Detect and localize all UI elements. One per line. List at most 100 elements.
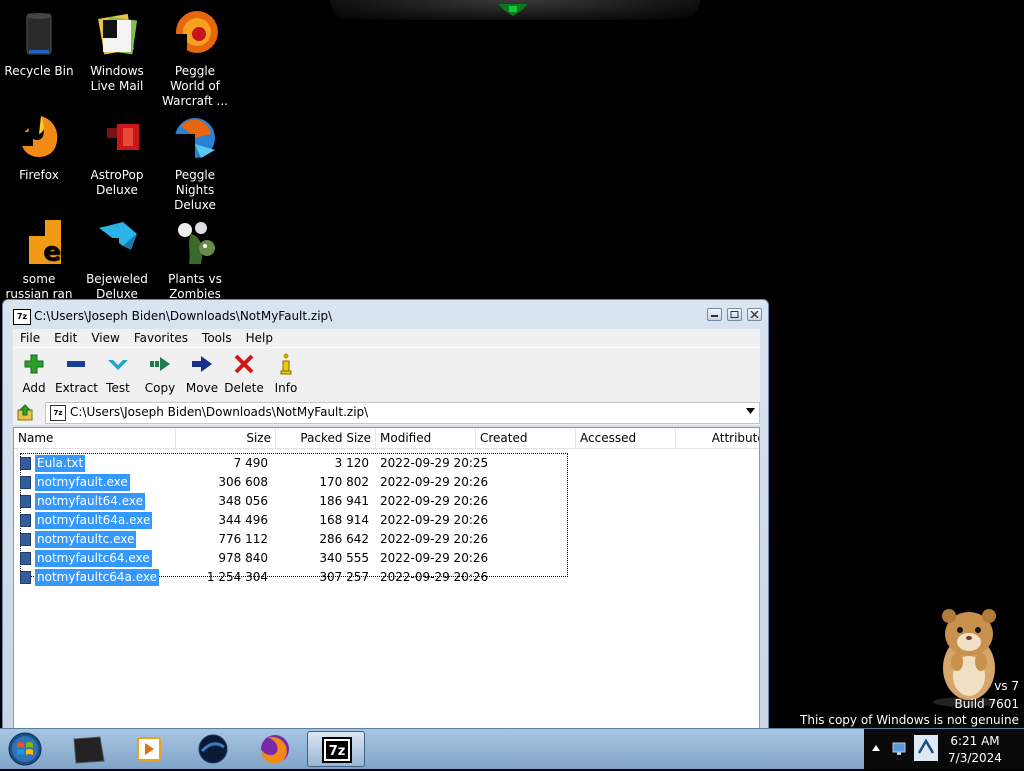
file-size: 1 254 304 [206, 570, 268, 584]
desktop-icon-label: AstroPop Deluxe [90, 168, 144, 197]
desktop-icon-peggle-wow[interactable]: Peggle World of Warcraft ... [156, 6, 234, 109]
menu-tools[interactable]: Tools [195, 329, 239, 347]
system-clock[interactable]: 6:21 AM 7/3/2024 [940, 733, 1010, 767]
minimize-button[interactable] [707, 308, 723, 321]
move-button[interactable]: Move [181, 352, 223, 395]
wallpaper-decoration [330, 0, 700, 20]
delete-label: Delete [224, 381, 264, 395]
file-icon [20, 476, 31, 489]
delete-button[interactable]: Delete [223, 352, 265, 395]
file-name: notmyfaultc.exe [35, 531, 137, 548]
taskbar-media-player-button[interactable] [120, 731, 178, 767]
extract-icon [67, 361, 85, 367]
menu-file[interactable]: File [13, 329, 47, 347]
file-packed-size: 286 642 [319, 532, 369, 546]
desktop-icon-astropop[interactable]: AstroPop Deluxe [78, 110, 156, 198]
windows-version-text: vs 7 [994, 679, 1019, 693]
windows-build-text: Build 7601 [954, 697, 1019, 711]
file-row[interactable]: Eula.txt 7 490 3 120 2022-09-29 20:25 [14, 454, 754, 473]
list-header: Name Size Packed Size Modified Created A… [14, 428, 759, 449]
7zip-file-manager-window[interactable]: 7z C:\Users\Joseph Biden\Downloads\NotMy… [2, 299, 769, 729]
file-packed-size: 3 120 [334, 456, 369, 470]
add-label: Add [22, 381, 46, 395]
add-icon [24, 354, 44, 374]
desktop-icon-windows-live-mail[interactable]: Windows Live Mail [78, 6, 156, 94]
game-icon [198, 734, 228, 764]
taskbar-app-button[interactable] [60, 731, 118, 767]
window-controls [706, 308, 762, 324]
file-size: 344 496 [218, 513, 268, 527]
window-titlebar[interactable]: 7z C:\Users\Joseph Biden\Downloads\NotMy… [9, 308, 762, 326]
file-modified: 2022-09-29 20:26 [380, 551, 489, 565]
file-list[interactable]: Name Size Packed Size Modified Created A… [13, 427, 760, 728]
file-row[interactable]: notmyfault.exe 306 608 170 802 2022-09-29 2… [14, 473, 754, 492]
zip-archive-icon: 7z [50, 405, 66, 421]
address-field[interactable]: 7z C:\Users\Joseph Biden\Downloads\NotMy… [45, 402, 760, 424]
maximize-button[interactable] [727, 308, 743, 321]
column-header-created[interactable]: Created [476, 428, 576, 448]
file-row[interactable]: notmyfaultc.exe 776 112 286 642 2022-09-29 … [14, 530, 754, 549]
menu-edit[interactable]: Edit [47, 329, 84, 347]
copy-label: Copy [144, 381, 176, 395]
desktop-icon-label: Recycle Bin [4, 64, 74, 78]
firefox-icon [260, 735, 289, 764]
show-hidden-icons-icon[interactable] [872, 745, 880, 751]
file-name: notmyfaultc64a.exe [35, 569, 159, 586]
file-size: 348 056 [218, 494, 268, 508]
column-header-name[interactable]: Name [14, 428, 176, 448]
test-icon [108, 360, 128, 370]
desktop-icon-plants-vs-zombies[interactable]: Plants vs Zombies [156, 214, 234, 302]
file-packed-size: 186 941 [319, 494, 369, 508]
copy-button[interactable]: Copy [139, 352, 181, 395]
desktop-icon-label: Windows Live Mail [90, 64, 144, 93]
7zip-icon: 7z [322, 737, 352, 763]
file-row[interactable]: notmyfaultc64.exe 978 840 340 555 2022-09-2… [14, 549, 754, 568]
file-modified: 2022-09-29 20:26 [380, 532, 489, 546]
column-header-modified[interactable]: Modified [376, 428, 476, 448]
column-header-size[interactable]: Size [176, 428, 276, 448]
desktop-icon-recycle-bin[interactable]: Recycle Bin [0, 6, 78, 79]
file-row[interactable]: notmyfaultc64a.exe 1 254 304 307 257 2022-0… [14, 568, 754, 587]
desktop-icon-firefox[interactable]: Firefox [0, 110, 78, 183]
desktop-icon-bejeweled[interactable]: Bejeweled Deluxe [78, 214, 156, 302]
taskbar-firefox-button[interactable] [246, 731, 304, 767]
network-icon[interactable] [890, 739, 908, 757]
file-icon [20, 533, 31, 546]
column-header-attributes[interactable]: Attributes [676, 428, 759, 448]
media-player-icon [137, 737, 161, 761]
up-folder-icon[interactable] [17, 404, 35, 422]
menu-help[interactable]: Help [239, 329, 280, 347]
close-button[interactable] [747, 308, 762, 321]
extract-button[interactable]: Extract [55, 352, 98, 395]
toolbar: Add Extract Test Copy Move Delete Info [13, 347, 760, 401]
desktop-icon-peggle-nights[interactable]: Peggle Nights Deluxe [156, 110, 234, 213]
menu-view[interactable]: View [84, 329, 126, 347]
menu-favorites[interactable]: Favorites [127, 329, 195, 347]
file-icon [20, 571, 31, 584]
column-header-packed-size[interactable]: Packed Size [276, 428, 376, 448]
file-icon [20, 514, 31, 527]
add-button[interactable]: Add [13, 352, 55, 395]
window-title: C:\Users\Joseph Biden\Downloads\NotMyFau… [34, 309, 333, 323]
start-orb-icon[interactable] [5, 731, 45, 767]
pvz-icon [171, 218, 219, 266]
chevron-down-icon[interactable] [746, 408, 755, 414]
file-name: notmyfaultc64.exe [35, 550, 152, 567]
info-icon [280, 353, 292, 375]
desktop-icon-label: Plants vs Zombies [168, 272, 222, 301]
file-row[interactable]: notmyfault64.exe 348 056 186 941 2022-09-29… [14, 492, 754, 511]
taskbar: 7z 6:21 AM 7/3/2024 [0, 728, 1024, 769]
taskbar-game-button[interactable] [184, 731, 242, 767]
file-size: 776 112 [218, 532, 268, 546]
column-header-accessed[interactable]: Accessed [576, 428, 676, 448]
mail-icon [93, 10, 141, 58]
astropop-icon [93, 114, 141, 162]
file-row[interactable]: notmyfault64a.exe 344 496 168 914 2022-09-2… [14, 511, 754, 530]
action-center-icon[interactable] [914, 735, 938, 761]
info-button[interactable]: Info [265, 352, 307, 395]
test-button[interactable]: Test [97, 352, 139, 395]
move-label: Move [185, 381, 219, 395]
firefox-icon [15, 114, 63, 162]
taskbar-7zip-button[interactable]: 7z [307, 731, 365, 767]
not-genuine-text: This copy of Windows is not genuine [800, 713, 1019, 727]
